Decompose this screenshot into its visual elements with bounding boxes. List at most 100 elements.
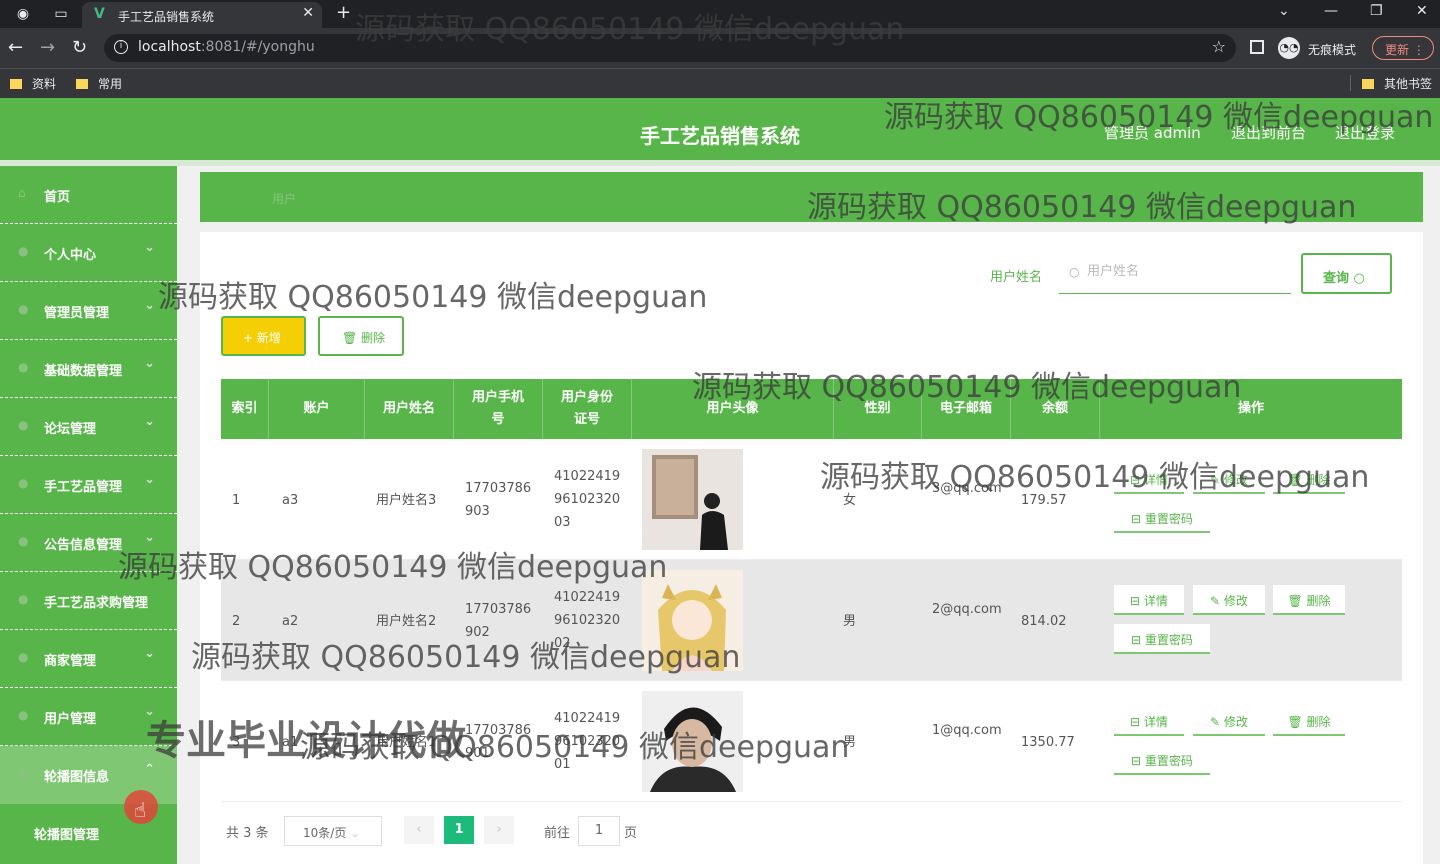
divider xyxy=(1350,75,1351,91)
prev-page-button[interactable]: ‹ xyxy=(404,816,434,844)
reset-password-button[interactable]: ⊟ 重置密码 xyxy=(1114,624,1210,654)
chevron-up-icon: ⌃ xyxy=(144,762,155,777)
browser-tabbar: ◉ ▭ V 手工艺品销售系统 ✕ + ⌄ — ❐ ✕ xyxy=(0,0,1440,28)
sidebar-item-profile[interactable]: ● 个人中心 ⌄ xyxy=(0,224,177,282)
batch-delete-button[interactable]: 🗑 删除 xyxy=(318,316,404,356)
reset-password-button[interactable]: ⊟ 重置密码 xyxy=(1114,503,1210,533)
sidebar-item-label: 管理员管理 xyxy=(44,306,110,321)
bookmark-folder-0[interactable]: 资料 xyxy=(10,75,56,92)
delete-button[interactable]: 🗑 删除 xyxy=(1273,585,1345,615)
user-avatar-image xyxy=(642,449,743,550)
edit-button[interactable]: ✎ 修改 xyxy=(1193,706,1265,736)
goto-page-input[interactable]: 1 xyxy=(578,816,620,846)
chevron-down-icon: ⌄ xyxy=(350,826,361,840)
search-icon: ○ xyxy=(1353,271,1365,286)
back-icon[interactable]: ← xyxy=(8,37,23,58)
vue-logo-icon: V xyxy=(94,6,105,22)
tab-search-icon[interactable]: ▭ xyxy=(52,5,70,23)
query-button[interactable]: 查询 ○ xyxy=(1301,253,1392,294)
other-bookmarks[interactable]: 其他书签 xyxy=(1362,75,1432,92)
cell-name: 用户姓名3 xyxy=(376,493,437,508)
sidebar-item-users[interactable]: ● 用户管理 ⌄ xyxy=(0,688,177,746)
page-size-select[interactable]: 10条/页 ⌄ xyxy=(284,816,382,846)
sidebar-item-label: 个人中心 xyxy=(44,248,97,263)
side-panel-icon[interactable] xyxy=(1250,40,1264,54)
sidebar-item-home[interactable]: ⌂ 首页 xyxy=(0,166,177,224)
browser-toolbar: ← → ↻ i localhost:8081/#/yonghu ☆ ◔◔ 无痕模… xyxy=(0,28,1440,68)
detail-button[interactable]: ⊟ 详情 xyxy=(1114,585,1184,615)
tab-title: 手工艺品销售系统 xyxy=(118,10,215,24)
data-icon: ● xyxy=(18,360,29,374)
browser-menu-icon[interactable]: ◉ xyxy=(14,5,32,23)
merchant-icon: ● xyxy=(18,650,29,664)
sidebar-item-label: 公告信息管理 xyxy=(44,538,123,553)
table-row: 1 a3 用户姓名3 17703786903 41022419961023200… xyxy=(221,439,1402,560)
search-input[interactable] xyxy=(1087,264,1277,279)
sidebar-item-label: 手工艺品管理 xyxy=(44,480,123,495)
column-header: 用户头像 xyxy=(632,379,834,439)
notice-icon: ● xyxy=(18,534,29,548)
table-header: 索引 账户 用户姓名 用户手机号 用户身份证号 用户头像 性别 电子邮箱 余额 … xyxy=(221,379,1402,439)
edit-button[interactable]: ✎ 修改 xyxy=(1193,585,1265,615)
column-header: 性别 xyxy=(834,379,922,439)
reload-icon[interactable]: ↻ xyxy=(72,37,87,58)
page-number-current[interactable]: 1 xyxy=(444,816,474,844)
search-field[interactable]: ○ xyxy=(1059,254,1291,294)
sidebar-item-admins[interactable]: ● 管理员管理 ⌄ xyxy=(0,282,177,340)
sidebar-item-label: 用户管理 xyxy=(44,712,97,727)
delete-label: 删除 xyxy=(361,331,386,345)
logout-link[interactable]: 退出登录 xyxy=(1335,122,1395,143)
pagination: 共 3 条 10条/页 ⌄ ‹ 1 › 前往 1 页 xyxy=(200,806,1423,854)
folder-icon xyxy=(76,79,88,89)
update-button[interactable]: 更新 ⋮ xyxy=(1372,36,1434,60)
bookmark-folder-1[interactable]: 常用 xyxy=(76,75,122,92)
add-button[interactable]: + 新增 xyxy=(221,316,306,356)
info-icon[interactable]: i xyxy=(114,40,128,54)
browser-tab-active[interactable]: V 手工艺品销售系统 ✕ xyxy=(82,2,322,28)
new-tab-icon[interactable]: + xyxy=(336,2,351,23)
cell-account: a2 xyxy=(282,614,299,629)
delete-button[interactable]: 🗑 删除 xyxy=(1273,706,1345,736)
sidebar-item-notices[interactable]: ● 公告信息管理 ⌄ xyxy=(0,514,177,572)
cell-index: 2 xyxy=(232,614,241,629)
url-text[interactable]: localhost:8081/#/yonghu xyxy=(138,39,315,55)
sidebar-item-crafts[interactable]: ● 手工艺品管理 ⌄ xyxy=(0,456,177,514)
reset-password-button[interactable]: ⊟ 重置密码 xyxy=(1114,745,1210,775)
search-icon: ○ xyxy=(1069,265,1080,279)
delete-button[interactable]: 🗑 删除 xyxy=(1273,464,1345,494)
craft-icon: ● xyxy=(18,476,29,490)
sidebar-item-basic-data[interactable]: ● 基础数据管理 ⌄ xyxy=(0,340,177,398)
bookmark-star-icon[interactable]: ☆ xyxy=(1212,37,1226,56)
cell-gender: 女 xyxy=(843,493,857,508)
header-divider xyxy=(0,160,1440,166)
edit-button[interactable]: ✎ 修改 xyxy=(1193,464,1265,494)
address-bar[interactable]: i localhost:8081/#/yonghu ☆ xyxy=(104,34,1236,62)
column-header: 账户 xyxy=(269,379,365,439)
folder-icon xyxy=(10,79,22,89)
breadcrumb[interactable]: 用户 xyxy=(272,190,296,207)
cell-phone: 17703786901 xyxy=(465,723,532,761)
tab-close-icon[interactable]: ✕ xyxy=(302,5,314,21)
next-page-button[interactable]: › xyxy=(484,816,514,844)
minimize-icon[interactable]: — xyxy=(1324,3,1338,19)
sidebar-item-forum[interactable]: ● 论坛管理 ⌄ xyxy=(0,398,177,456)
user-icon: ● xyxy=(18,244,29,258)
cell-phone: 17703786903 xyxy=(465,481,532,519)
detail-button[interactable]: ⊟ 详情 xyxy=(1114,464,1184,494)
add-label: 新增 xyxy=(256,331,281,345)
incognito-indicator[interactable]: ◔◔ 无痕模式 xyxy=(1278,36,1364,60)
restore-icon[interactable]: ❐ xyxy=(1370,3,1383,19)
chevron-down-icon: ⌄ xyxy=(144,356,155,371)
column-header: 用户手机号 xyxy=(454,379,543,439)
query-label: 查询 xyxy=(1323,271,1350,286)
detail-button[interactable]: ⊟ 详情 xyxy=(1114,706,1184,736)
tab-list-icon[interactable]: ⌄ xyxy=(1278,3,1290,19)
forward-icon[interactable]: → xyxy=(40,37,55,58)
chevron-down-icon: ⌄ xyxy=(144,298,155,313)
close-window-icon[interactable]: ✕ xyxy=(1416,3,1428,19)
sidebar-item-craft-requests[interactable]: ● 手工艺品求购管理 xyxy=(0,572,177,630)
column-header: 电子邮箱 xyxy=(922,379,1011,439)
sidebar-item-merchants[interactable]: ● 商家管理 ⌄ xyxy=(0,630,177,688)
front-link[interactable]: 退出到前台 xyxy=(1231,122,1306,143)
current-user: 管理员 admin xyxy=(1104,124,1201,142)
